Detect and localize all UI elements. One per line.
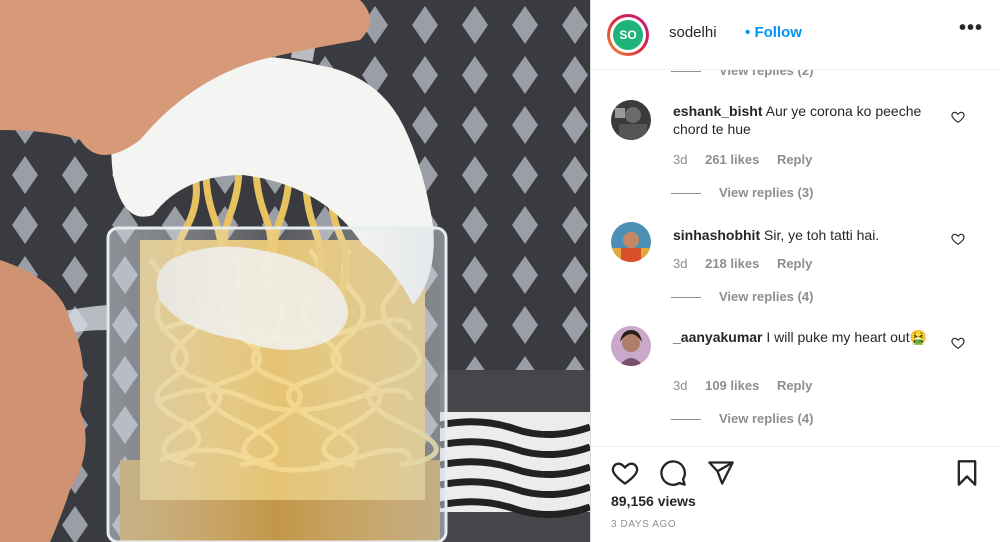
- reply-button[interactable]: Reply: [777, 152, 812, 167]
- profile-avatar[interactable]: SO: [607, 14, 649, 56]
- noodle-glass-photo: [0, 0, 590, 542]
- replies-divider: [671, 71, 701, 73]
- bookmark-icon[interactable]: [953, 459, 981, 487]
- profile-logo: SO: [613, 20, 643, 50]
- comment-age: 3d: [673, 152, 688, 167]
- share-icon[interactable]: [707, 459, 735, 487]
- comment-likes[interactable]: 218 likes: [705, 256, 759, 271]
- comment-like-heart-icon[interactable]: [951, 110, 965, 124]
- comment-meta: 3d 218 likes Reply: [673, 256, 826, 271]
- more-options-icon[interactable]: •••: [959, 17, 983, 40]
- view-replies-link[interactable]: View replies (4): [671, 411, 813, 426]
- comment-text: sinhashobhit Sir, ye toh tatti hai.: [673, 226, 933, 244]
- comment-likes[interactable]: 261 likes: [705, 152, 759, 167]
- comment-text: _aanyakumar I will puke my heart out🤮: [673, 328, 933, 346]
- views-count[interactable]: 89,156 views: [611, 493, 696, 509]
- heart-icon[interactable]: [611, 459, 639, 487]
- replies-divider: [671, 297, 701, 299]
- comment-avatar[interactable]: [611, 222, 651, 262]
- comment-icon[interactable]: [659, 459, 687, 487]
- comment-body: I will puke my heart out🤮: [766, 329, 928, 345]
- follow-button[interactable]: • Follow: [745, 24, 802, 41]
- comment-likes[interactable]: 109 likes: [705, 378, 759, 393]
- follow-label: Follow: [754, 24, 802, 41]
- view-replies-link[interactable]: View replies (2): [671, 70, 813, 78]
- follow-separator: •: [745, 24, 751, 41]
- comment-age: 3d: [673, 256, 688, 271]
- post-date: 3 DAYS AGO: [611, 519, 677, 530]
- comment-text: eshank_bisht Aur ye corona ko peeche cho…: [673, 102, 933, 138]
- post-sidebar: SO sodelhi • Follow ••• View replies (2)…: [590, 0, 1000, 542]
- post-username[interactable]: sodelhi: [669, 24, 717, 41]
- comment-age: 3d: [673, 378, 688, 393]
- comments-list[interactable]: View replies (2) eshank_bisht Aur ye cor…: [591, 70, 1000, 446]
- comment-username[interactable]: _aanyakumar: [673, 329, 763, 345]
- comment-like-heart-icon[interactable]: [951, 336, 965, 350]
- comment-username[interactable]: eshank_bisht: [673, 103, 762, 119]
- view-replies-link[interactable]: View replies (3): [671, 185, 813, 200]
- comment-username[interactable]: sinhashobhit: [673, 227, 760, 243]
- post-media[interactable]: [0, 0, 590, 542]
- comment-like-heart-icon[interactable]: [951, 232, 965, 246]
- view-replies-link[interactable]: View replies (4): [671, 289, 813, 304]
- replies-divider: [671, 419, 701, 421]
- comment-meta: 3d 109 likes Reply: [673, 378, 826, 393]
- comment-avatar[interactable]: [611, 326, 651, 366]
- comment-meta: 3d 261 likes Reply: [673, 152, 826, 167]
- post-actions: 89,156 views 3 DAYS AGO: [591, 446, 1000, 542]
- replies-divider: [671, 193, 701, 195]
- post-header: SO sodelhi • Follow •••: [591, 0, 1000, 70]
- reply-button[interactable]: Reply: [777, 378, 812, 393]
- comment-avatar[interactable]: [611, 100, 651, 140]
- comment-body: Sir, ye toh tatti hai.: [764, 227, 880, 243]
- reply-button[interactable]: Reply: [777, 256, 812, 271]
